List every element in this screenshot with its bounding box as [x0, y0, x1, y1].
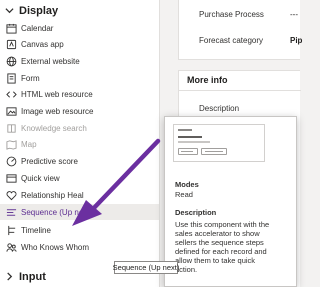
component-item-label: Sequence (Up next): [21, 207, 93, 217]
description-heading: Description: [175, 208, 217, 217]
component-item-html-web-resource[interactable]: HTML web resource: [0, 86, 159, 102]
modes-heading: Modes: [175, 180, 199, 189]
chevron-right-icon: [4, 271, 14, 283]
component-item-calendar[interactable]: Calendar: [0, 20, 159, 36]
component-list-panel: Display Calendar Canvas app External websi…: [0, 0, 160, 287]
relationship-health-icon: [5, 189, 17, 201]
component-description: Use this component with the sales acceler…: [175, 220, 293, 274]
description-line: allow them to take quick: [175, 256, 256, 265]
component-item-label: Knowledge search: [21, 123, 87, 133]
component-preview-image: [173, 124, 265, 162]
component-item-label: Form: [21, 73, 40, 83]
sequence-icon: [5, 206, 17, 218]
component-item-external-website[interactable]: External website: [0, 53, 159, 69]
description-line: action.: [175, 265, 198, 274]
component-item-label: Timeline: [21, 225, 51, 235]
knowledge-icon: [5, 122, 17, 134]
component-item-label: Predictive score: [21, 156, 78, 166]
calendar-icon: [5, 22, 17, 34]
modes-value: Read: [175, 190, 193, 199]
description-label: Description: [199, 104, 240, 113]
component-item-who-knows-whom[interactable]: Who Knows Whom: [0, 239, 159, 255]
timeline-icon: [5, 224, 17, 236]
image-icon: [5, 105, 17, 117]
who-knows-whom-icon: [5, 241, 17, 253]
component-item-label: Canvas app: [21, 39, 64, 49]
component-item-canvas-app[interactable]: Canvas app: [0, 36, 159, 52]
description-line: Use this component with the: [175, 220, 270, 229]
predictive-score-icon: [5, 155, 17, 167]
description-line: sellers the sequence steps: [175, 238, 264, 247]
purchase-process-value[interactable]: ---: [290, 10, 298, 19]
input-section-title: Input: [19, 271, 46, 283]
purchase-process-label: Purchase Process: [199, 10, 264, 19]
display-section-title: Display: [19, 5, 59, 17]
canvas-app-icon: [5, 38, 17, 50]
form-summary-card: Purchase Process --- Forecast category P…: [178, 0, 302, 60]
component-item-label: Quick view: [21, 173, 60, 183]
component-item-relationship-heal[interactable]: Relationship Heal: [0, 187, 159, 203]
display-section-header[interactable]: Display: [0, 2, 159, 20]
component-item-label: Map: [21, 139, 37, 149]
component-item-label: Relationship Heal: [21, 190, 84, 200]
component-info-card: Modes Read Description Use this componen…: [164, 116, 297, 287]
section-divider: [179, 90, 301, 91]
forecast-category-label: Forecast category: [199, 36, 264, 45]
component-item-label: Calendar: [21, 23, 54, 33]
form-icon: [5, 72, 17, 84]
item-tooltip: Sequence (Up next): [112, 261, 180, 274]
component-item-quick-view[interactable]: Quick view: [0, 170, 159, 186]
component-item-predictive-score[interactable]: Predictive score: [0, 153, 159, 169]
component-item-label: Image web resource: [21, 106, 94, 116]
component-item-form[interactable]: Form: [0, 70, 159, 86]
component-item-sequence-up-next[interactable]: Sequence (Up next): [0, 204, 159, 220]
description-line: defined for each record and: [175, 247, 267, 256]
component-item-label: External website: [21, 56, 80, 66]
component-item-timeline[interactable]: Timeline: [0, 222, 159, 238]
description-line: sales accelerator to show: [175, 229, 260, 238]
map-icon: [5, 138, 17, 150]
component-item-map[interactable]: Map: [0, 136, 159, 152]
forecast-category-value[interactable]: Pip: [290, 36, 302, 45]
globe-icon: [5, 55, 17, 67]
component-item-label: HTML web resource: [21, 89, 93, 99]
component-item-label: Who Knows Whom: [21, 242, 90, 252]
chevron-down-icon: [4, 6, 14, 17]
quick-view-icon: [5, 172, 17, 184]
more-info-title: More info: [187, 75, 228, 85]
code-icon: [5, 88, 17, 100]
component-item-knowledge-search[interactable]: Knowledge search: [0, 120, 159, 136]
component-item-image-web-resource[interactable]: Image web resource: [0, 103, 159, 119]
